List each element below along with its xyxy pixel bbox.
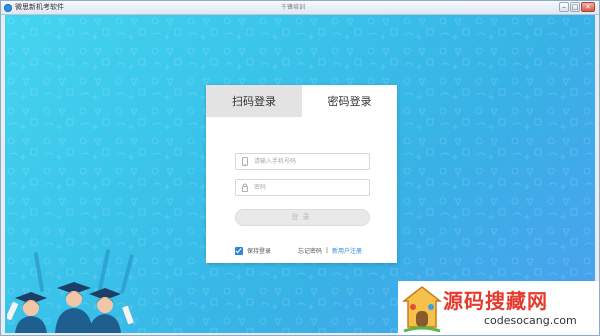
account-links: 忘记密码 | 新用户注册 [298, 246, 362, 255]
lock-icon [242, 183, 248, 192]
phone-icon [242, 157, 248, 166]
phone-input[interactable] [254, 156, 364, 167]
title-bar[interactable]: 微思新机考软件 千锋培训 – □ ✕ [1, 1, 599, 15]
maximize-button[interactable]: □ [570, 2, 580, 12]
app-icon [4, 3, 12, 12]
tab-qr-login[interactable]: 扫码登录 [206, 85, 302, 117]
close-button[interactable]: ✕ [581, 2, 595, 12]
register-link[interactable]: 新用户注册 [332, 246, 362, 255]
house-logo-icon [401, 286, 443, 333]
tab-password-login[interactable]: 密码登录 [302, 85, 397, 117]
watermark-subtitle: codesocang.com [484, 314, 577, 327]
minimize-button[interactable]: – [559, 2, 569, 12]
app-window: 微思新机考软件 千锋培训 – □ ✕ 扫码登录 密码登录 请输入手机号码 登录 … [0, 0, 600, 336]
password-input[interactable] [254, 182, 364, 193]
forgot-password-link[interactable]: 忘记密码 [298, 246, 322, 255]
remember-login[interactable]: 保持登录 [235, 246, 271, 255]
remember-checkbox[interactable] [235, 246, 243, 255]
window-controls: – □ ✕ [559, 2, 595, 12]
password-field[interactable] [235, 179, 370, 196]
title-center-text: 千锋培训 [281, 4, 306, 11]
login-card: 扫码登录 密码登录 登录 保持登录 [206, 85, 397, 263]
graduates-illustration [7, 249, 134, 333]
window-title: 微思新机考软件 [15, 3, 64, 11]
login-button[interactable]: 登录 [235, 209, 370, 226]
watermark-badge: 源码搜藏网 codesocang.com [398, 281, 599, 335]
phone-field[interactable] [235, 153, 370, 170]
links-separator: | [326, 247, 329, 254]
watermark-title: 源码搜藏网 [443, 289, 548, 313]
remember-label: 保持登录 [247, 248, 272, 255]
